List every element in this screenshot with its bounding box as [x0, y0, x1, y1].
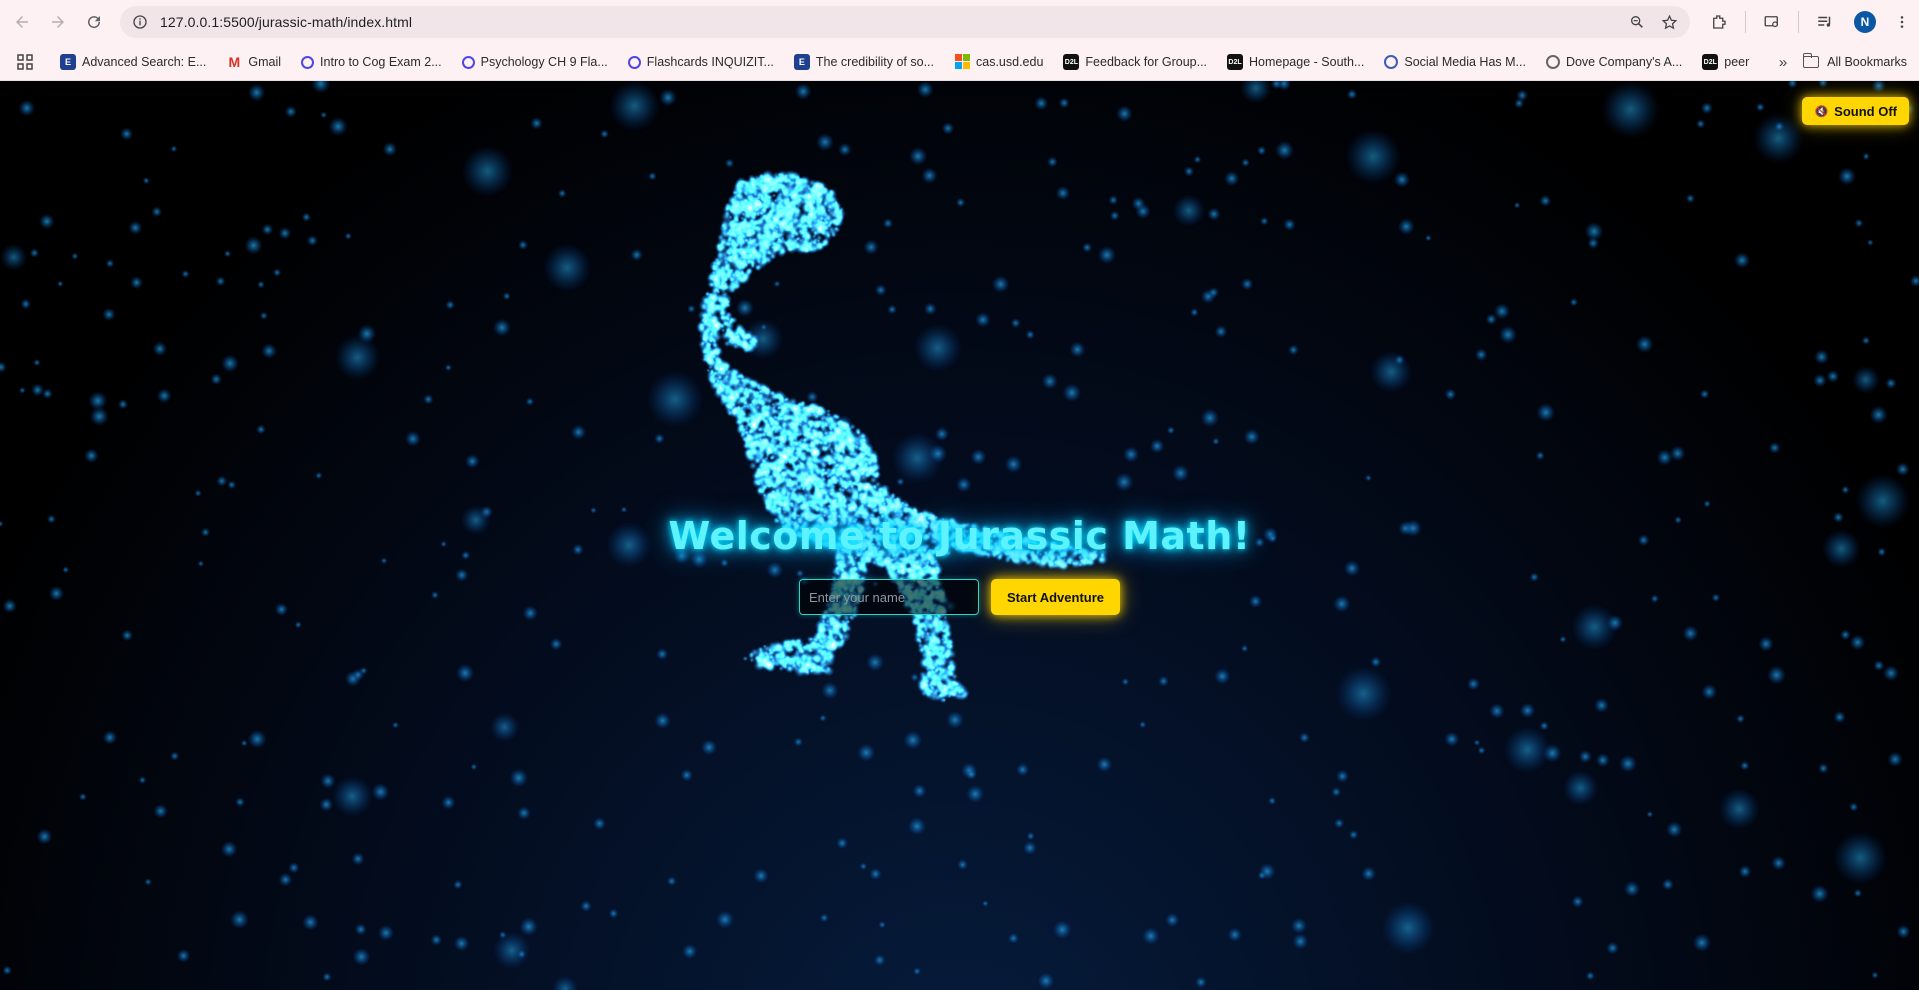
bookmark-item[interactable]: E The credibility of so...: [788, 48, 940, 76]
apps-grid-icon[interactable]: [14, 51, 36, 73]
bookmark-item[interactable]: Social Media Has M...: [1378, 48, 1532, 76]
back-button[interactable]: [4, 4, 40, 40]
bookmark-label: Feedback for Group...: [1085, 55, 1208, 69]
bookmark-item[interactable]: D2L Homepage - South...: [1221, 48, 1370, 76]
tab-search-icon[interactable]: [1752, 2, 1792, 42]
bookmark-label: Intro to Cog Exam 2...: [320, 55, 442, 69]
page-title: Welcome to Jurassic Math!: [668, 514, 1251, 558]
profile-avatar[interactable]: N: [1845, 2, 1885, 42]
bookmark-item[interactable]: D2L Feedback for Group...: [1057, 48, 1213, 76]
bookmark-label: Dove Company's A...: [1565, 55, 1683, 69]
browser-toolbar: 127.0.0.1:5500/jurassic-math/index.html …: [0, 0, 1919, 44]
quizlet-icon: [627, 55, 641, 69]
browser-menu-icon[interactable]: [1885, 2, 1919, 42]
bookmark-label: Social Media Has M...: [1404, 55, 1526, 69]
gmail-icon: M: [228, 54, 241, 70]
globe-icon: [1545, 55, 1560, 69]
name-input[interactable]: [798, 579, 979, 615]
reload-icon: [88, 16, 101, 29]
d2l-icon: D2L: [1063, 54, 1080, 70]
bookmark-item[interactable]: Intro to Cog Exam 2...: [295, 48, 448, 76]
bookmark-label: Homepage - South...: [1249, 55, 1365, 69]
site-info-icon[interactable]: [124, 14, 156, 30]
forward-button[interactable]: [40, 4, 76, 40]
bookmark-item[interactable]: M Gmail: [220, 48, 287, 76]
speaker-muted-icon: 🔇: [1814, 105, 1829, 118]
address-bar[interactable]: 127.0.0.1:5500/jurassic-math/index.html: [120, 6, 1690, 38]
bookmark-label: Flashcards INQUIZIT...: [646, 55, 774, 69]
d2l-icon: D2L: [1702, 54, 1719, 70]
bookmark-item[interactable]: Dove Company's A...: [1540, 48, 1688, 76]
start-adventure-button[interactable]: Start Adventure: [990, 579, 1121, 615]
arrow-left-icon: [16, 16, 28, 28]
zoom-icon[interactable]: [1626, 11, 1648, 33]
reload-button[interactable]: [76, 4, 112, 40]
media-controls-icon[interactable]: [1805, 2, 1845, 42]
game-page: 🔇 Sound Off Welcome to Jurassic Math! St…: [0, 81, 1919, 990]
all-bookmarks-label: All Bookmarks: [1827, 55, 1907, 69]
microsoft-icon: [954, 54, 970, 70]
sound-toggle-label: Sound Off: [1834, 103, 1897, 119]
bookmark-star-icon[interactable]: [1658, 11, 1680, 33]
bookmark-item[interactable]: Psychology CH 9 Fla...: [456, 48, 614, 76]
bookmark-label: peer: [1724, 55, 1750, 69]
bookmarks-bar: E Advanced Search: E... M Gmail Intro to Cog…: [0, 44, 1919, 81]
url-text: 127.0.0.1:5500/jurassic-math/index.html: [160, 14, 413, 30]
quizlet-icon: [301, 55, 315, 69]
bookmark-label: Psychology CH 9 Fla...: [480, 55, 608, 69]
more-bookmarks-chevron-icon[interactable]: »: [1771, 48, 1795, 76]
ebsco-icon: E: [793, 54, 810, 70]
bookmark-label: Advanced Search: E...: [82, 55, 207, 69]
bookmark-label: cas.usd.edu: [976, 55, 1044, 69]
start-form: Start Adventure: [0, 579, 1919, 615]
bookmark-item[interactable]: cas.usd.edu: [948, 48, 1049, 76]
bookmark-item[interactable]: Flashcards INQUIZIT...: [622, 48, 780, 76]
bookmark-label: Gmail: [248, 55, 282, 69]
ebsco-icon: E: [60, 54, 76, 70]
globe-icon: [1384, 55, 1399, 69]
bookmark-item[interactable]: E Advanced Search: E...: [54, 48, 212, 76]
folder-icon: [1802, 53, 1820, 68]
d2l-icon: D2L: [1227, 54, 1244, 70]
quizlet-icon: [461, 55, 475, 69]
bookmark-item[interactable]: D2L peer: [1696, 48, 1755, 76]
sound-toggle-button[interactable]: 🔇 Sound Off: [1802, 97, 1909, 125]
all-bookmarks-button[interactable]: All Bookmarks: [1802, 48, 1907, 76]
bookmark-label: The credibility of so...: [815, 55, 934, 69]
arrow-right-icon: [52, 16, 64, 28]
extensions-icon[interactable]: [1699, 2, 1739, 42]
